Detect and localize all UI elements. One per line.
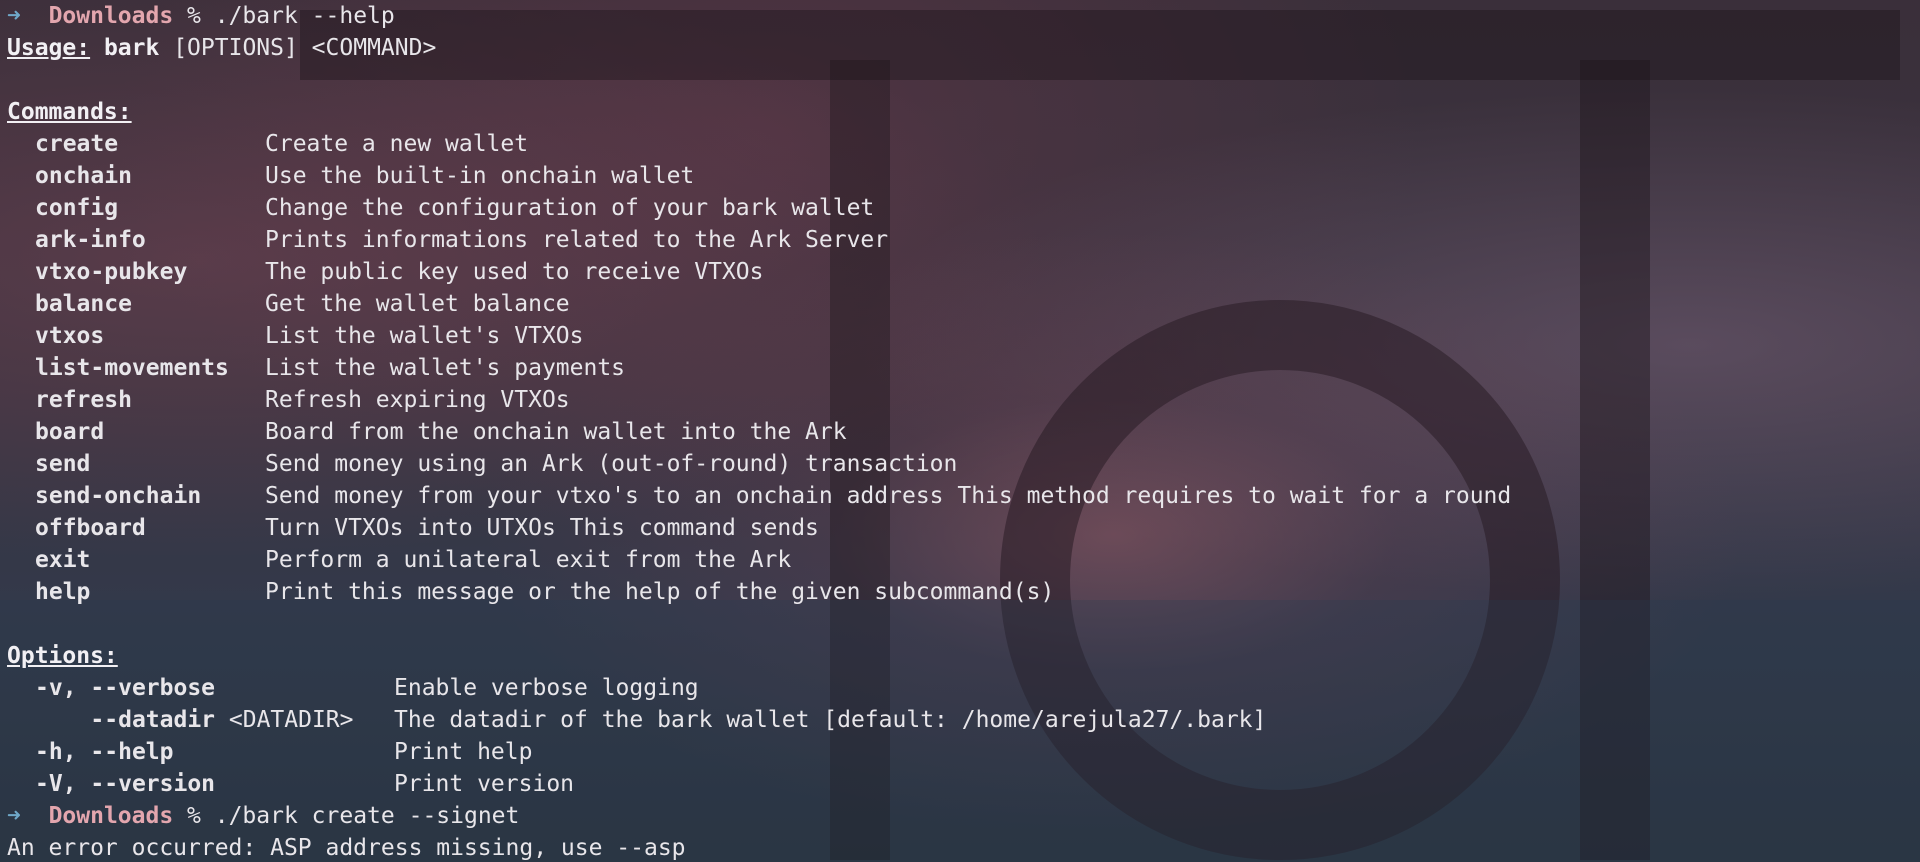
command-description: Board from the onchain wallet into the A… bbox=[265, 419, 847, 445]
option-row: --datadir <DATADIR> The datadir of the ba… bbox=[7, 704, 1511, 736]
command-name: send-onchain bbox=[35, 483, 202, 509]
command-description: Print this message or the help of the gi… bbox=[265, 579, 1055, 605]
commands-heading-line: Commands: bbox=[7, 96, 1511, 128]
option-short-flag: -V, bbox=[35, 771, 77, 797]
options-heading: Options: bbox=[7, 643, 118, 669]
command-description: Send money from your vtxo's to an onchai… bbox=[265, 483, 1512, 509]
prompt-line: ➜ Downloads % ./bark create --signet bbox=[7, 800, 1511, 832]
command-name: board bbox=[35, 419, 105, 445]
command-description: Perform a unilateral exit from the Ark bbox=[265, 547, 792, 573]
option-list: -v, --verbose Enable verbose logging --da… bbox=[7, 672, 1511, 800]
command-description: The public key used to receive VTXOs bbox=[265, 259, 764, 285]
option-row: -v, --verbose Enable verbose logging bbox=[7, 672, 1511, 704]
options-heading-line: Options: bbox=[7, 640, 1511, 672]
command-row: offboard Turn VTXOs into UTXOs This comma… bbox=[7, 512, 1511, 544]
command-row: refresh Refresh expiring VTXOs bbox=[7, 384, 1511, 416]
command-row: create Create a new wallet bbox=[7, 128, 1511, 160]
command-description: Send money using an Ark (out-of-round) t… bbox=[265, 451, 958, 477]
command-name: create bbox=[35, 131, 119, 157]
usage-program: bark bbox=[103, 35, 160, 61]
option-short-flag: -h, bbox=[35, 739, 77, 765]
background-post-right bbox=[1580, 60, 1650, 860]
command-description: Change the configuration of your bark wa… bbox=[265, 195, 875, 221]
usage-label: Usage: bbox=[7, 35, 91, 61]
command-name: onchain bbox=[35, 163, 132, 189]
command-name: help bbox=[35, 579, 91, 605]
command-name: send bbox=[35, 451, 91, 477]
option-row: -h, --help Print help bbox=[7, 736, 1511, 768]
command-description: Refresh expiring VTXOs bbox=[265, 387, 570, 413]
option-short-flag bbox=[35, 707, 77, 733]
command-row: board Board from the onchain wallet into … bbox=[7, 416, 1511, 448]
option-long-flag: --help bbox=[90, 739, 174, 765]
option-description: Print version bbox=[394, 771, 575, 797]
option-description: Print help bbox=[394, 739, 533, 765]
option-flags: --datadir <DATADIR> bbox=[7, 704, 394, 736]
command-description: Use the built-in onchain wallet bbox=[265, 163, 695, 189]
error-message: An error occurred: ASP address missing, … bbox=[7, 835, 686, 861]
option-long-flag: --verbose bbox=[90, 675, 216, 701]
typed-command: % ./bark --help bbox=[187, 3, 395, 29]
command-row: onchain Use the built-in onchain wallet bbox=[7, 160, 1511, 192]
typed-command: % ./bark create --signet bbox=[187, 803, 520, 829]
prompt-line: ➜ Downloads % ./bark --help bbox=[7, 0, 1511, 32]
usage-args: [OPTIONS] <COMMAND> bbox=[173, 35, 437, 61]
commands-heading: Commands: bbox=[7, 99, 132, 125]
option-description: Enable verbose logging bbox=[394, 675, 699, 701]
option-flags: -V, --version bbox=[7, 768, 394, 800]
option-long-flag: --datadir bbox=[90, 707, 216, 733]
command-description: Get the wallet balance bbox=[265, 291, 570, 317]
command-description: Create a new wallet bbox=[265, 131, 529, 157]
command-name: vtxo-pubkey bbox=[35, 259, 188, 285]
command-description: List the wallet's payments bbox=[265, 355, 626, 381]
option-flags: -h, --help bbox=[7, 736, 394, 768]
command-description: Turn VTXOs into UTXOs This command sends bbox=[265, 515, 819, 541]
command-row: vtxos List the wallet's VTXOs bbox=[7, 320, 1511, 352]
command-name: config bbox=[35, 195, 119, 221]
terminal-output: ➜ Downloads % ./bark --help Usage: bark … bbox=[7, 0, 1511, 862]
command-row: balance Get the wallet balance bbox=[7, 288, 1511, 320]
option-flags: -v, --verbose bbox=[7, 672, 394, 704]
command-description: List the wallet's VTXOs bbox=[265, 323, 584, 349]
command-name: list-movements bbox=[35, 355, 229, 381]
command-row: config Change the configuration of your b… bbox=[7, 192, 1511, 224]
command-name: offboard bbox=[35, 515, 146, 541]
command-name: exit bbox=[35, 547, 91, 573]
prompt-arrow-icon: ➜ bbox=[7, 803, 21, 829]
option-long-flag: --version bbox=[90, 771, 216, 797]
prompt-directory: Downloads bbox=[48, 3, 174, 29]
command-name: vtxos bbox=[35, 323, 105, 349]
usage-line: Usage: bark [OPTIONS] <COMMAND> bbox=[7, 32, 1511, 64]
option-row: -V, --version Print version bbox=[7, 768, 1511, 800]
option-short-flag: -v, bbox=[35, 675, 77, 701]
command-row: help Print this message or the help of th… bbox=[7, 576, 1511, 608]
error-line: An error occurred: ASP address missing, … bbox=[7, 832, 1511, 862]
prompt-arrow-icon: ➜ bbox=[7, 3, 21, 29]
command-row: vtxo-pubkey The public key used to receiv… bbox=[7, 256, 1511, 288]
command-row: send Send money using an Ark (out-of-roun… bbox=[7, 448, 1511, 480]
command-name: balance bbox=[35, 291, 132, 317]
terminal-window[interactable]: ➜ Downloads % ./bark --help Usage: bark … bbox=[0, 0, 1920, 862]
command-name: refresh bbox=[35, 387, 132, 413]
command-list: create Create a new wallet onchain Use the … bbox=[7, 128, 1511, 608]
command-row: ark-info Prints informations related to t… bbox=[7, 224, 1511, 256]
command-row: send-onchain Send money from your vtxo's … bbox=[7, 480, 1511, 512]
prompt-directory: Downloads bbox=[48, 803, 174, 829]
command-name: ark-info bbox=[35, 227, 146, 253]
command-description: Prints informations related to the Ark S… bbox=[265, 227, 889, 253]
option-value-placeholder: <DATADIR> bbox=[215, 707, 354, 733]
command-row: exit Perform a unilateral exit from the A… bbox=[7, 544, 1511, 576]
option-description: The datadir of the bark wallet [default:… bbox=[394, 707, 1267, 733]
command-row: list-movements List the wallet's payments bbox=[7, 352, 1511, 384]
